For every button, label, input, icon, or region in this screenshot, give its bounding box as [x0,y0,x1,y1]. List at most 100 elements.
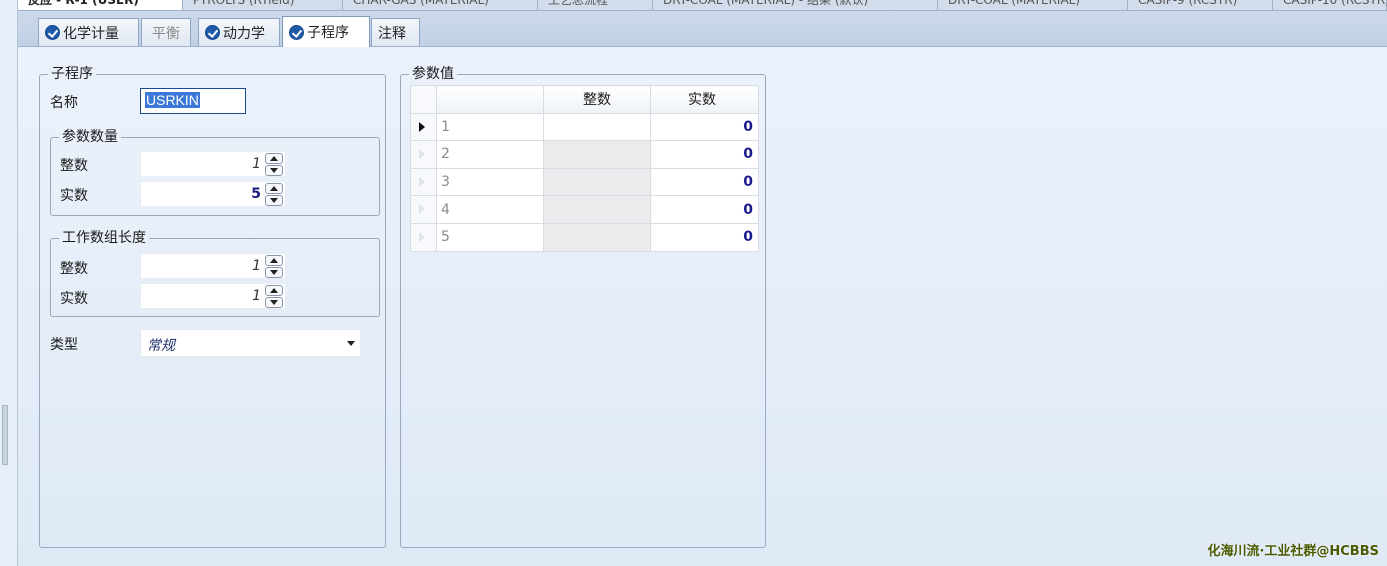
check-complete-icon [289,24,304,40]
arrow-up-icon[interactable] [265,285,283,296]
index-column-header [436,85,544,114]
stepper-arrows [265,153,283,177]
work-array-group: 工作数组长度 整数 1 实数 1 [50,229,380,317]
tab-comments[interactable]: 注释 [371,18,420,46]
cell-real[interactable]: 0 [650,222,759,252]
row-selector[interactable] [410,167,437,197]
work-real-label: 实数 [60,291,88,307]
arrow-down-icon[interactable] [265,165,283,176]
doc-tab-char-gas[interactable]: CHAR-GAS (MATERIAL) [343,0,538,10]
work-int-stepper[interactable]: 1 [140,253,286,279]
row-index: 5 [436,222,544,252]
arrow-up-icon[interactable] [265,255,283,266]
arrow-down-icon[interactable] [265,267,283,278]
stepper-arrows [265,183,283,207]
cell-int [543,140,651,169]
check-complete-icon [205,25,220,40]
doc-tab-dry-coal-results[interactable]: DRY-COAL (MATERIAL) - 结果 (默认) [653,0,938,10]
stepper-arrows [265,255,283,279]
doc-tab-dry-coal[interactable]: DRY-COAL (MATERIAL) [938,0,1128,10]
table-row[interactable]: 3 0 [410,167,759,197]
arrow-up-icon[interactable] [265,183,283,194]
work-int-value: 1 [252,258,261,274]
work-real-stepper[interactable]: 1 [140,283,286,309]
arrow-down-icon[interactable] [265,195,283,206]
tab-label: 化学计量 [63,25,119,42]
param-int-label: 整数 [60,158,88,174]
form-tab-bar: 化学计量 平衡 动力学 子程序 注释 [18,11,1387,47]
tab-equilibrium[interactable]: 平衡 [141,18,191,46]
row-arrow-icon [419,176,425,187]
row-index: 1 [436,112,544,142]
tab-label: 子程序 [307,25,349,41]
row-selector[interactable] [410,112,437,142]
left-dock-strip [0,0,18,566]
doc-tab-casip10[interactable]: CASIP-10 (RCSTR) [1273,0,1387,10]
splitter-grip[interactable] [2,405,8,465]
row-header-corner [410,85,437,114]
param-values-title: 参数值 [409,65,457,83]
cell-real[interactable]: 0 [650,167,759,197]
tab-label: 动力学 [223,25,265,42]
tab-kinetics[interactable]: 动力学 [198,18,280,46]
column-header-int[interactable]: 整数 [543,85,651,114]
arrow-down-icon[interactable] [265,297,283,308]
doc-tab-r1[interactable]: 反应 - R-1 (USER) [18,0,183,10]
chevron-down-icon [347,341,355,346]
row-selector[interactable] [410,140,437,169]
param-count-group: 参数数量 整数 1 实数 5 [50,128,380,216]
param-int-value: 1 [252,156,261,172]
param-real-stepper[interactable]: 5 [140,181,286,207]
param-int-stepper[interactable]: 1 [140,151,286,177]
subroutine-name-value: USRKIN [145,92,200,108]
doc-tab-pyrolys[interactable]: PYROLYS (RYield) [183,0,343,10]
cell-int [543,195,651,224]
param-count-title: 参数数量 [59,128,121,146]
cell-int[interactable] [543,112,651,142]
check-complete-icon [45,25,60,40]
table-row[interactable]: 5 0 [410,222,759,252]
stepper-arrows [265,285,283,309]
row-index: 3 [436,167,544,197]
tab-label: 注释 [378,25,406,42]
table-header-row: 整数 实数 [410,85,759,114]
work-real-value: 1 [252,288,261,304]
subroutine-group: 子程序 名称 USRKIN 参数数量 整数 1 实数 5 工作数组长度 整数 1… [39,65,386,548]
cell-real[interactable]: 0 [650,195,759,224]
subroutine-name-input[interactable]: USRKIN [140,88,246,114]
type-label: 类型 [50,337,78,353]
param-real-label: 实数 [60,188,88,204]
tab-stoichiometry[interactable]: 化学计量 [38,18,139,46]
doc-tab-flowsheet[interactable]: 工艺总流程 [538,0,653,10]
form-area: 化学计量 平衡 动力学 子程序 注释 子程序 名称 USRKIN 参数数量 整数 [18,11,1387,566]
row-arrow-icon [419,149,425,160]
cell-real[interactable]: 0 [650,140,759,169]
table-row[interactable]: 2 0 [410,140,759,169]
row-arrow-icon [419,204,425,215]
row-index: 4 [436,195,544,224]
watermark: 化海川流·工业社群@HCBBS [1207,544,1379,559]
table-row[interactable]: 1 0 [410,112,759,142]
current-row-arrow-icon [419,121,425,132]
row-selector[interactable] [410,222,437,252]
row-selector[interactable] [410,195,437,224]
row-arrow-icon [419,231,425,242]
arrow-up-icon[interactable] [265,153,283,164]
type-select[interactable]: 常规 [140,329,361,357]
cell-real[interactable]: 0 [650,112,759,142]
param-values-table: 整数 实数 1 0 2 0 3 0 4 0 5 0 [410,85,759,252]
row-index: 2 [436,140,544,169]
tab-content: 子程序 名称 USRKIN 参数数量 整数 1 实数 5 工作数组长度 整数 1… [18,47,1387,566]
cell-int [543,167,651,197]
name-label: 名称 [50,95,78,111]
param-real-value: 5 [251,186,261,202]
tab-label: 平衡 [152,25,180,42]
work-array-title: 工作数组长度 [59,229,149,247]
subroutine-group-title: 子程序 [48,65,96,83]
document-tab-bar: 反应 - R-1 (USER) PYROLYS (RYield) CHAR-GA… [18,0,1387,11]
doc-tab-casip9[interactable]: CASIP-9 (RCSTR) [1128,0,1273,10]
work-int-label: 整数 [60,261,88,277]
column-header-real[interactable]: 实数 [650,85,759,114]
tab-subroutine[interactable]: 子程序 [282,16,370,47]
table-row[interactable]: 4 0 [410,195,759,224]
